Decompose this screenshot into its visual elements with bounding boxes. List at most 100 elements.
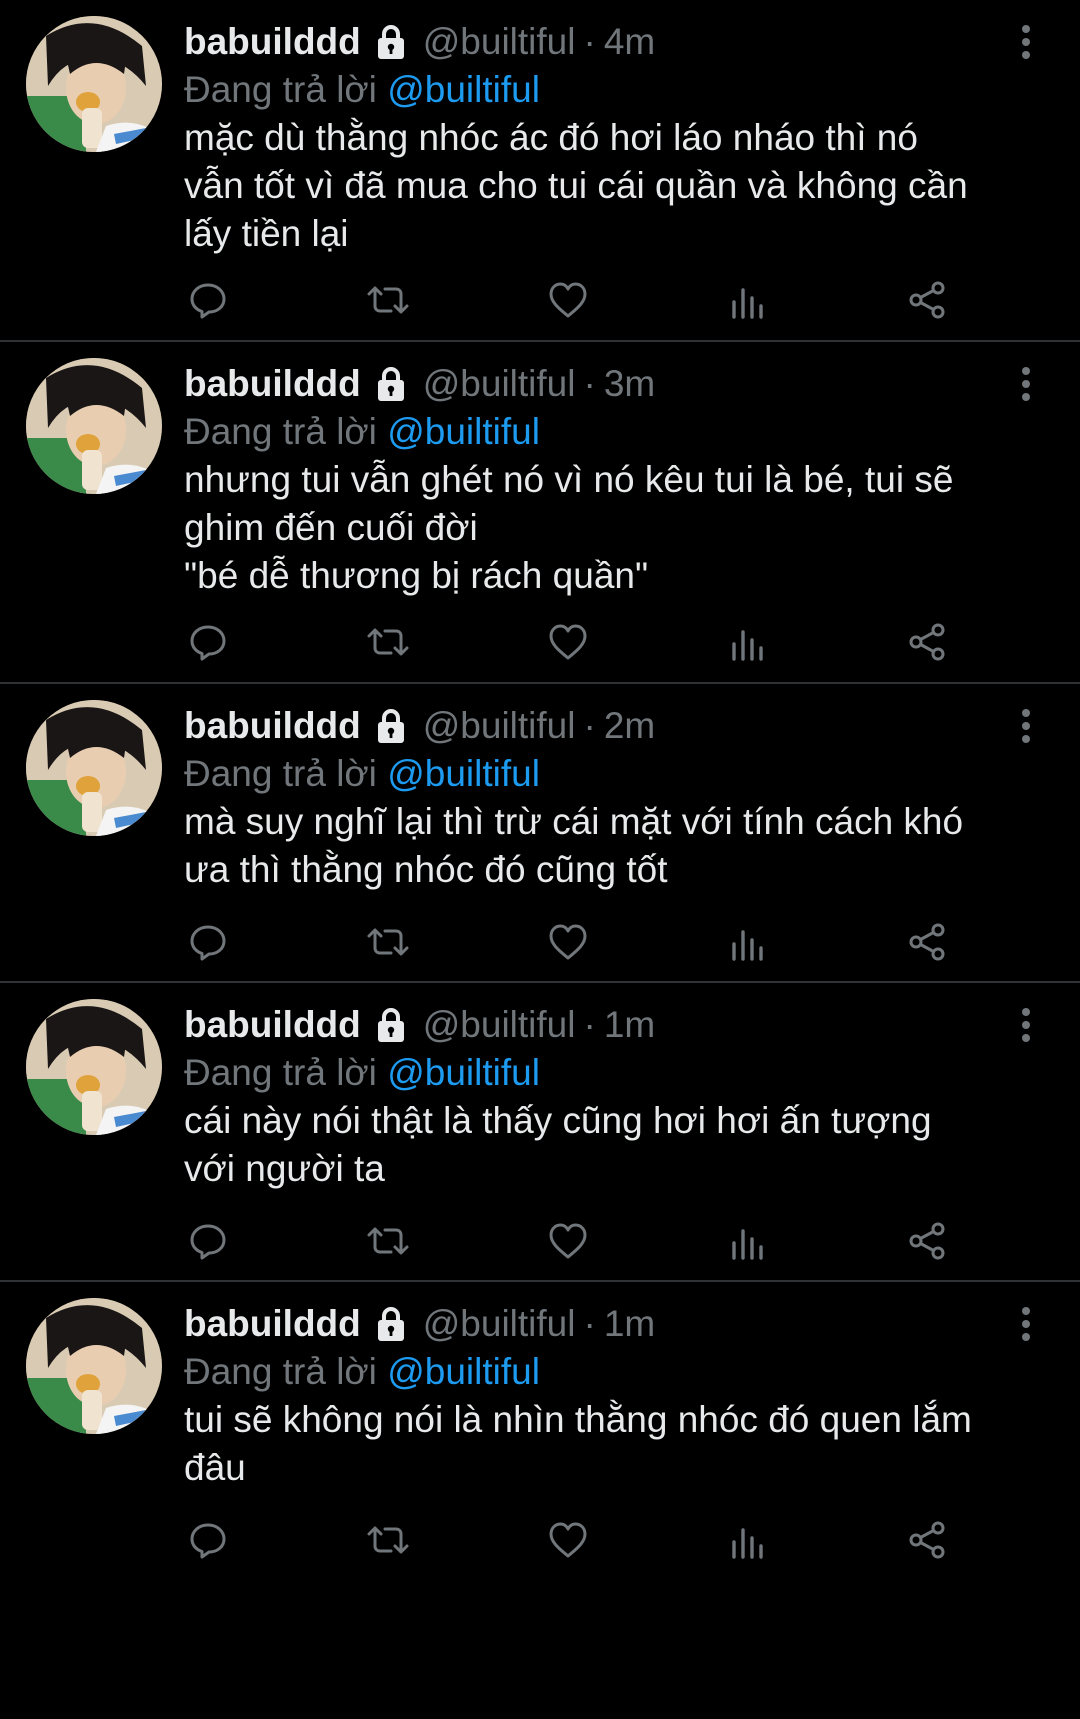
retweet-button[interactable] (364, 618, 412, 666)
like-button[interactable] (544, 276, 592, 324)
tweet[interactable]: babuilddd @builtiful · 1m Đang trả lời @… (0, 1282, 1080, 1719)
display-name[interactable]: babuilddd (184, 1300, 361, 1348)
user-handle[interactable]: @builtiful (423, 360, 576, 408)
tweet-text: cái này nói thật là thấy cũng hơi hơi ấn… (184, 1100, 932, 1189)
user-handle[interactable]: @builtiful (423, 1300, 576, 1348)
tweet-header: babuilddd @builtiful · 1m (184, 1001, 655, 1049)
avatar[interactable] (26, 16, 162, 152)
share-button[interactable] (904, 1516, 952, 1564)
share-icon (907, 922, 949, 962)
timestamp[interactable]: 3m (604, 360, 655, 408)
reply-button[interactable] (184, 618, 232, 666)
user-handle[interactable]: @builtiful (423, 18, 576, 66)
views-button[interactable] (724, 618, 772, 666)
tweet[interactable]: babuilddd @builtiful · 4m Đang trả lời @… (0, 0, 1080, 342)
tweet-text: tui sẽ không nói là nhìn thằng nhóc đó q… (184, 1399, 972, 1488)
retweet-button[interactable] (364, 1217, 412, 1265)
views-icon (728, 1520, 768, 1560)
reply-mention-link[interactable]: @builtiful (387, 1052, 540, 1093)
more-vertical-icon[interactable] (1020, 1306, 1032, 1342)
like-button[interactable] (544, 918, 592, 966)
reply-icon (188, 1520, 228, 1560)
replying-to: Đang trả lời @builtiful (184, 408, 540, 456)
tweet[interactable]: babuilddd @builtiful · 2m Đang trả lời @… (0, 684, 1080, 983)
like-icon (547, 1520, 589, 1560)
avatar[interactable] (26, 999, 162, 1135)
more-vertical-icon[interactable] (1020, 366, 1032, 402)
share-button[interactable] (904, 618, 952, 666)
timestamp[interactable]: 1m (604, 1300, 655, 1348)
replying-to-label: Đang trả lời (184, 753, 388, 794)
retweet-button[interactable] (364, 1516, 412, 1564)
reply-mention-link[interactable]: @builtiful (387, 1351, 540, 1392)
tweet-text: mà suy nghĩ lại thì trừ cái mặt với tính… (184, 801, 964, 890)
reply-button[interactable] (184, 276, 232, 324)
share-button[interactable] (904, 918, 952, 966)
user-handle[interactable]: @builtiful (423, 702, 576, 750)
more-vertical-icon[interactable] (1020, 24, 1032, 60)
display-name[interactable]: babuilddd (184, 702, 361, 750)
views-icon (728, 922, 768, 962)
views-icon (728, 1221, 768, 1261)
tweet-actions (184, 1217, 1024, 1267)
replying-to: Đang trả lời @builtiful (184, 750, 540, 798)
retweet-button[interactable] (364, 276, 412, 324)
like-icon (547, 622, 589, 662)
reply-icon (188, 1221, 228, 1261)
tweet[interactable]: babuilddd @builtiful · 3m Đang trả lời @… (0, 342, 1080, 684)
views-button[interactable] (724, 1217, 772, 1265)
avatar[interactable] (26, 358, 162, 494)
replying-to: Đang trả lời @builtiful (184, 1348, 540, 1396)
views-button[interactable] (724, 1516, 772, 1564)
user-handle[interactable]: @builtiful (423, 1001, 576, 1049)
display-name[interactable]: babuilddd (184, 360, 361, 408)
views-button[interactable] (724, 276, 772, 324)
more-vertical-icon[interactable] (1020, 1007, 1032, 1043)
display-name[interactable]: babuilddd (184, 18, 361, 66)
tweet-actions (184, 618, 1024, 668)
share-button[interactable] (904, 276, 952, 324)
reply-mention-link[interactable]: @builtiful (387, 69, 540, 110)
reply-mention-link[interactable]: @builtiful (387, 753, 540, 794)
tweet[interactable]: babuilddd @builtiful · 1m Đang trả lời @… (0, 983, 1080, 1282)
retweet-icon (365, 622, 411, 662)
retweet-button[interactable] (364, 918, 412, 966)
timestamp[interactable]: 1m (604, 1001, 655, 1049)
replying-to-label: Đang trả lời (184, 69, 388, 110)
more-vertical-icon[interactable] (1020, 708, 1032, 744)
lock-icon (371, 1005, 411, 1045)
like-button[interactable] (544, 1516, 592, 1564)
views-button[interactable] (724, 918, 772, 966)
lock-icon (371, 364, 411, 404)
separator-dot: · (583, 1004, 596, 1045)
reply-button[interactable] (184, 918, 232, 966)
retweet-icon (365, 280, 411, 320)
separator-dot: · (583, 705, 596, 746)
tweet-actions (184, 918, 1024, 968)
timestamp[interactable]: 2m (604, 702, 655, 750)
like-button[interactable] (544, 1217, 592, 1265)
display-name[interactable]: babuilddd (184, 1001, 361, 1049)
reply-mention-link[interactable]: @builtiful (387, 411, 540, 452)
tweet-text: nhưng tui vẫn ghét nó vì nó kêu tui là b… (184, 459, 954, 596)
share-button[interactable] (904, 1217, 952, 1265)
lock-icon (371, 706, 411, 746)
avatar[interactable] (26, 700, 162, 836)
reply-button[interactable] (184, 1217, 232, 1265)
tweet-header: babuilddd @builtiful · 1m (184, 1300, 655, 1348)
like-icon (547, 280, 589, 320)
timestamp[interactable]: 4m (604, 18, 655, 66)
replying-to-label: Đang trả lời (184, 411, 388, 452)
views-icon (728, 280, 768, 320)
share-icon (907, 1221, 949, 1261)
like-button[interactable] (544, 618, 592, 666)
like-icon (547, 922, 589, 962)
tweet-header: babuilddd @builtiful · 3m (184, 360, 655, 408)
separator-dot: · (583, 21, 596, 62)
separator-dot: · (583, 363, 596, 404)
avatar[interactable] (26, 1298, 162, 1434)
reply-icon (188, 280, 228, 320)
retweet-icon (365, 922, 411, 962)
reply-button[interactable] (184, 1516, 232, 1564)
replying-to: Đang trả lời @builtiful (184, 1049, 540, 1097)
